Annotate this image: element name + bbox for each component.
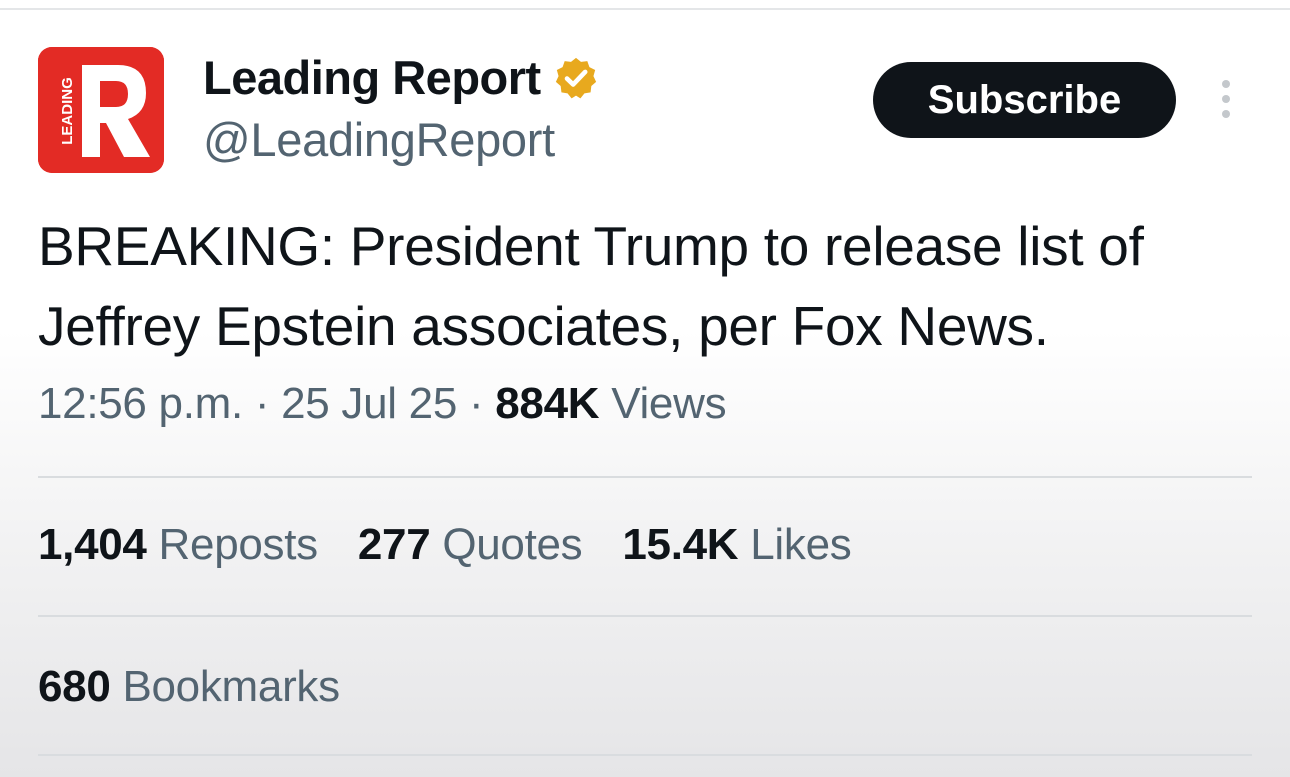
more-dot [1222, 110, 1230, 118]
reposts-count: 1,404 [38, 520, 147, 569]
meta-separator: · [468, 379, 484, 428]
meta-separator: · [254, 379, 270, 428]
verified-badge-icon[interactable] [553, 55, 599, 101]
tweet-date[interactable]: 25 Jul 25 [281, 379, 457, 428]
divider [38, 754, 1252, 756]
more-vertical-icon[interactable] [1208, 74, 1244, 124]
display-name-text[interactable]: Leading Report [203, 50, 541, 105]
tweet-time[interactable]: 12:56 p.m. [38, 379, 243, 428]
divider [38, 615, 1252, 617]
avatar[interactable]: LEADING [38, 47, 164, 173]
likes-label: Likes [750, 520, 852, 569]
more-dot [1222, 95, 1230, 103]
subscribe-button[interactable]: Subscribe [873, 62, 1176, 138]
account-display-name[interactable]: Leading Report [203, 50, 599, 105]
views-count[interactable]: 884K [495, 379, 599, 428]
bookmarks-stat[interactable]: 680 Bookmarks [38, 662, 340, 712]
tweet-text: BREAKING: President Trump to release lis… [38, 215, 1144, 357]
account-handle[interactable]: @LeadingReport [203, 112, 555, 167]
engagement-stats: 1,404 Reposts 277 Quotes 15.4K Likes [38, 520, 891, 570]
bookmarks-count: 680 [38, 662, 111, 711]
divider [38, 476, 1252, 478]
top-divider [0, 8, 1290, 10]
svg-text:LEADING: LEADING [59, 77, 76, 145]
tweet-meta: 12:56 p.m. · 25 Jul 25 · 884K Views [38, 379, 727, 429]
views-label[interactable]: Views [611, 379, 726, 428]
quotes-label: Quotes [442, 520, 583, 569]
leading-report-logo-icon: LEADING [38, 47, 164, 173]
more-dot [1222, 80, 1230, 88]
bookmarks-label: Bookmarks [122, 662, 340, 711]
reposts-label: Reposts [158, 520, 319, 569]
likes-stat[interactable]: 15.4K Likes [622, 520, 851, 570]
quotes-count: 277 [357, 520, 431, 569]
reposts-stat[interactable]: 1,404 Reposts [38, 520, 318, 570]
quotes-stat[interactable]: 277 Quotes [358, 520, 583, 570]
likes-count: 15.4K [622, 520, 739, 569]
